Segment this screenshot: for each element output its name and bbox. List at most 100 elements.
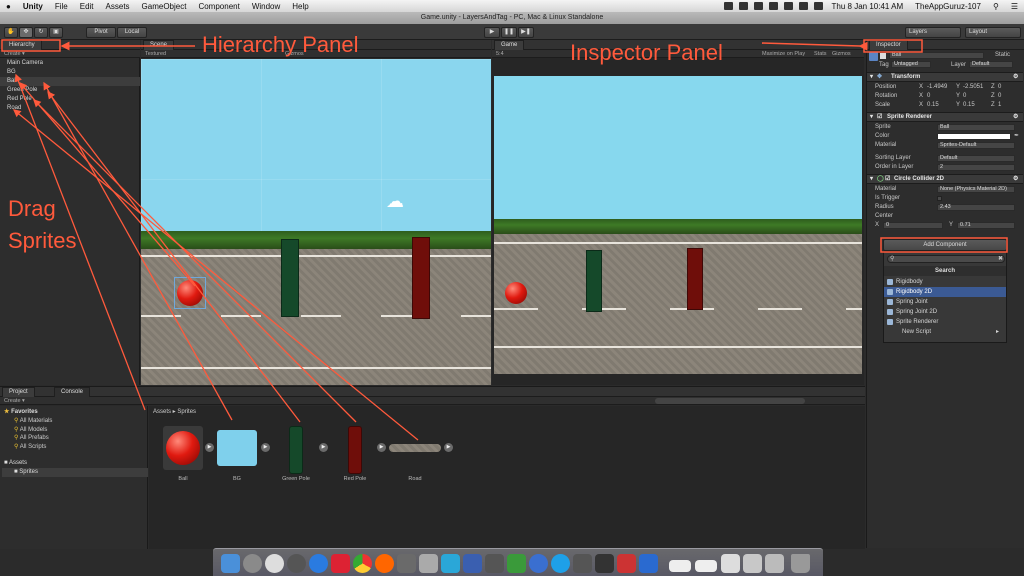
object-name-field[interactable]: Ball [889, 52, 984, 59]
itunes-icon[interactable] [309, 554, 328, 573]
utility-app-icon[interactable] [397, 554, 416, 573]
menubar-user[interactable]: TheAppGuruz-107 [909, 2, 987, 11]
bluetooth-icon[interactable] [768, 2, 778, 10]
transform-header[interactable]: ▾ ✥ Transform ⚙ [867, 72, 1023, 82]
center-x-field[interactable]: 0 [883, 222, 943, 229]
rotation-y-field[interactable]: 0 [963, 92, 966, 101]
settings-gear-icon[interactable]: ⚙ [1013, 175, 1018, 184]
scale-tool-icon[interactable]: ▣ [49, 27, 63, 38]
center-y-field[interactable]: 0.71 [957, 222, 1015, 229]
xcode-icon[interactable] [573, 554, 592, 573]
color-swatch[interactable] [937, 133, 1011, 140]
menu-window[interactable]: Window [246, 2, 286, 11]
position-y-field[interactable]: -2.5051 [963, 83, 983, 92]
is-trigger-checkbox[interactable] [937, 196, 942, 201]
hierarchy-item-bg[interactable]: BG [0, 68, 140, 77]
scale-y-field[interactable]: 0.15 [963, 101, 975, 110]
step-icon[interactable]: ▶❚ [518, 27, 534, 38]
assets-node[interactable]: ■ Assets [4, 460, 27, 466]
position-z-field[interactable]: 0 [998, 83, 1001, 92]
project-tab[interactable]: Project [2, 387, 35, 397]
system-preferences-icon[interactable] [287, 554, 306, 573]
wifi-icon[interactable] [783, 2, 793, 10]
tray-app-icon[interactable] [738, 2, 748, 10]
breadcrumb-assets[interactable]: Assets [153, 409, 171, 415]
project-create-button[interactable]: Create [4, 398, 21, 404]
static-dropdown[interactable]: Static [995, 52, 1010, 58]
menu-edit[interactable]: Edit [74, 2, 100, 11]
enabled-checkbox-icon[interactable]: ☑ [885, 175, 890, 184]
favorite-item[interactable]: ⚲ All Materials [14, 417, 52, 426]
notification-center-icon[interactable]: ☰ [1005, 2, 1024, 11]
hierarchy-create-button[interactable]: Create [4, 51, 21, 57]
order-in-layer-field[interactable]: 2 [937, 164, 1015, 171]
game-tab[interactable]: Game [494, 40, 525, 50]
expand-arrow-icon[interactable]: ▶ [205, 443, 214, 452]
expand-arrow-icon[interactable]: ▶ [444, 443, 453, 452]
minimized-window-icon[interactable] [721, 554, 740, 573]
monodevelop-icon[interactable] [463, 554, 482, 573]
console-tab[interactable]: Console [54, 387, 91, 397]
tray-app-icon[interactable] [723, 2, 733, 10]
expand-arrow-icon[interactable]: ▶ [261, 443, 270, 452]
camera-gizmo-icon[interactable]: ☁ [386, 191, 412, 211]
minimized-window-icon[interactable] [669, 560, 691, 572]
scene-render-mode-dropdown[interactable]: Textured [145, 51, 166, 57]
scene-green-pole[interactable] [281, 239, 299, 317]
hierarchy-item-red-pole[interactable]: Red Pole [0, 95, 140, 104]
trash-icon[interactable] [791, 554, 810, 573]
filezilla-icon[interactable] [617, 554, 636, 573]
minimized-window-icon[interactable] [743, 554, 762, 573]
firefox-icon[interactable] [375, 554, 394, 573]
pause-icon[interactable]: ❚❚ [501, 27, 517, 38]
launchpad-icon[interactable] [243, 554, 262, 573]
chrome-icon[interactable] [353, 554, 372, 573]
hierarchy-item-road[interactable]: Road [0, 104, 140, 113]
active-checkbox[interactable] [880, 53, 886, 59]
circle-collider-header[interactable]: ▾ ◯ ☑ Circle Collider 2D ⚙ [867, 174, 1023, 184]
excel-icon[interactable] [507, 554, 526, 573]
game-aspect-dropdown[interactable]: 5:4 [496, 51, 504, 57]
rotation-x-field[interactable]: 0 [927, 92, 930, 101]
tag-dropdown[interactable]: Untagged [891, 61, 931, 68]
menu-unity[interactable]: Unity [17, 2, 49, 11]
hand-tool-icon[interactable]: ✋ [4, 27, 18, 38]
rotate-tool-icon[interactable]: ↻ [34, 27, 48, 38]
favorite-item[interactable]: ⚲ All Scripts [14, 443, 52, 452]
layer-dropdown[interactable]: Default [969, 61, 1013, 68]
menu-component[interactable]: Component [192, 2, 245, 11]
apple-menu-icon[interactable]: ● [0, 2, 17, 11]
favorite-item[interactable]: ⚲ All Models [14, 426, 52, 435]
foldout-arrow-icon[interactable]: ▾ [870, 73, 873, 82]
scene-tab[interactable]: Scene [143, 40, 175, 50]
scale-x-field[interactable]: 0.15 [927, 101, 939, 110]
material-field[interactable]: Sprites-Default [937, 142, 1015, 149]
collider-material-field[interactable]: None (Physics Material 2D) [937, 186, 1015, 193]
rotation-z-field[interactable]: 0 [998, 92, 1001, 101]
maximize-on-play-toggle[interactable]: Maximize on Play [762, 50, 805, 58]
skype-icon[interactable] [551, 554, 570, 573]
minimized-window-icon[interactable] [695, 560, 717, 572]
component-item-new-script[interactable]: New Script ▸ [884, 327, 1006, 337]
network-app-icon[interactable] [529, 554, 548, 573]
foldout-arrow-icon[interactable]: ▾ [870, 175, 873, 184]
tray-app-icon[interactable] [753, 2, 763, 10]
eyedropper-icon[interactable]: ✒ [1014, 132, 1019, 141]
settings-gear-icon[interactable]: ⚙ [1013, 73, 1018, 82]
sprites-folder-node[interactable]: ■ Sprites [2, 468, 148, 477]
favorite-item[interactable]: ⚲ All Prefabs [14, 434, 52, 443]
sprite-field[interactable]: Ball [937, 124, 1015, 131]
enabled-checkbox-icon[interactable]: ☑ [877, 113, 882, 122]
add-component-button[interactable]: Add Component [883, 239, 1007, 251]
volume-icon[interactable] [798, 2, 808, 10]
menu-gameobject[interactable]: GameObject [136, 2, 193, 11]
finder-icon[interactable] [221, 554, 240, 573]
unity-icon[interactable] [595, 554, 614, 573]
component-item-spring-joint-2d[interactable]: Spring Joint 2D [884, 307, 1006, 317]
sprite-renderer-header[interactable]: ▾ ☑ Sprite Renderer ⚙ [867, 112, 1023, 122]
move-tool-icon[interactable]: ✥ [19, 27, 33, 38]
minimized-window-icon[interactable] [765, 554, 784, 573]
game-gizmos-dropdown[interactable]: Gizmos [832, 50, 851, 58]
sourcetree-icon[interactable] [441, 554, 460, 573]
scale-z-field[interactable]: 1 [998, 101, 1001, 110]
